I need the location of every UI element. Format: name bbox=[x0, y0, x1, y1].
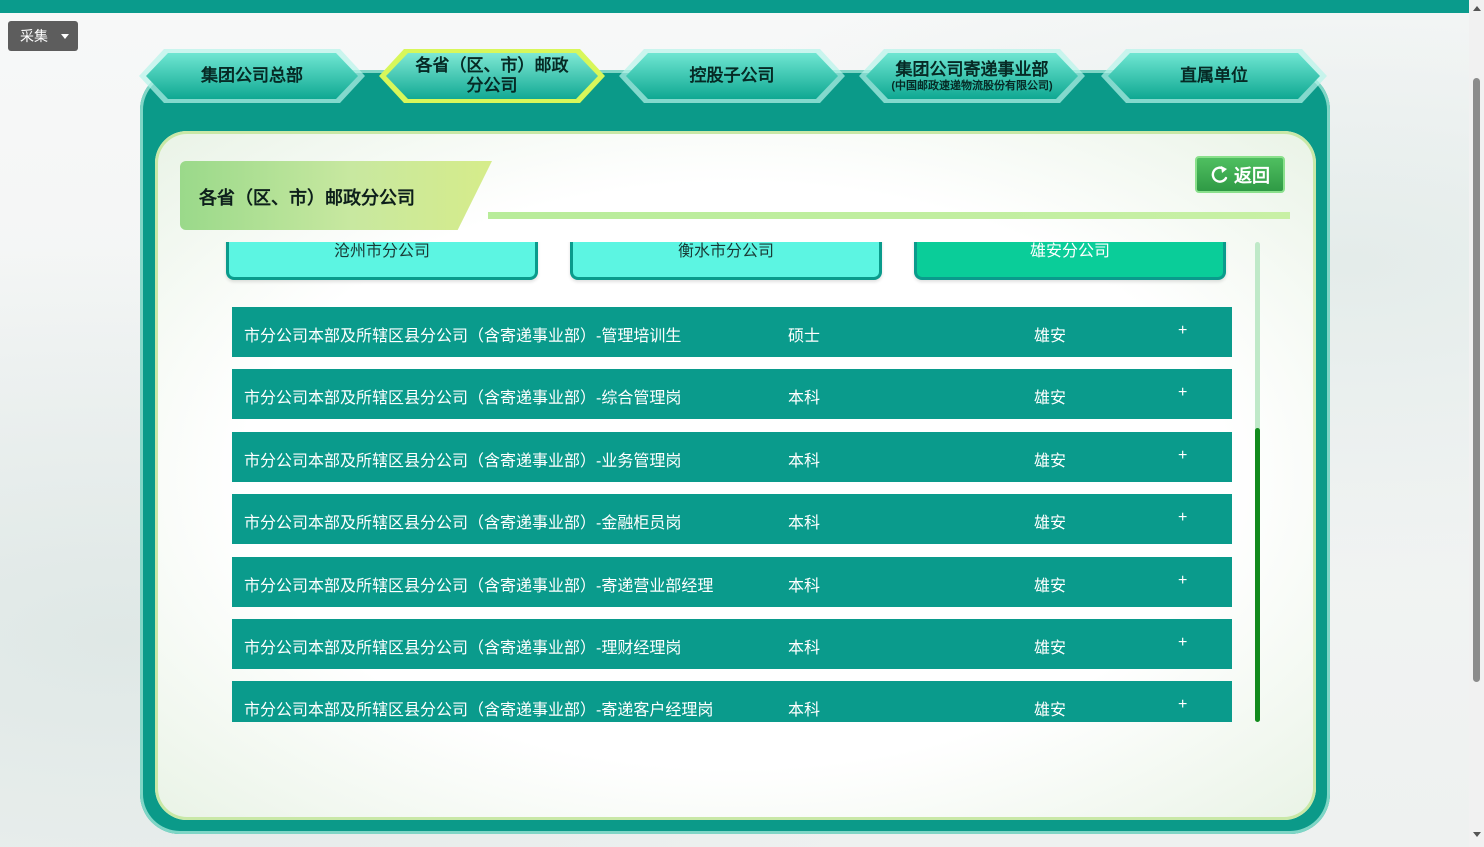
row-position: 市分公司本部及所辖区县分公司（含寄递事业部）-寄递营业部经理 bbox=[244, 578, 714, 595]
row-location: 雄安 bbox=[1034, 515, 1067, 532]
row-degree: 本科 bbox=[788, 578, 821, 595]
row-degree: 本科 bbox=[788, 453, 821, 470]
row-degree: 本科 bbox=[788, 515, 821, 532]
page-scrollbar-thumb[interactable] bbox=[1473, 78, 1480, 682]
scroll-up-arrow-icon[interactable] bbox=[1473, 6, 1481, 11]
expand-plus-icon[interactable]: + bbox=[1178, 322, 1187, 340]
row-position: 市分公司本部及所辖区县分公司（含寄递事业部）-寄递客户经理岗 bbox=[244, 702, 714, 719]
back-button[interactable]: 返回 bbox=[1195, 156, 1285, 193]
city-label: 沧州市分公司 bbox=[333, 243, 430, 260]
city-button-cangzhou[interactable]: 沧州市分公司 bbox=[226, 242, 538, 280]
row-location: 雄安 bbox=[1034, 453, 1067, 470]
job-list[interactable]: 沧州市分公司 衡水市分公司 雄安分公司 市分公司本部及所辖区县分公司（含寄递事业… bbox=[220, 242, 1250, 722]
city-button-xiongan[interactable]: 雄安分公司 bbox=[914, 242, 1226, 280]
list-scrollbar[interactable] bbox=[1255, 242, 1260, 722]
table-row[interactable]: 市分公司本部及所辖区县分公司（含寄递事业部）-业务管理岗 本科 雄安 + bbox=[232, 432, 1232, 482]
table-row[interactable]: 市分公司本部及所辖区县分公司（含寄递事业部）-理财经理岗 本科 雄安 + bbox=[232, 619, 1232, 669]
table-row[interactable]: 市分公司本部及所辖区县分公司（含寄递事业部）-寄递客户经理岗 本科 雄安 + bbox=[232, 681, 1232, 722]
city-label: 雄安分公司 bbox=[1029, 243, 1110, 260]
row-location: 雄安 bbox=[1034, 702, 1067, 719]
row-position: 市分公司本部及所辖区县分公司（含寄递事业部）-管理培训生 bbox=[244, 328, 682, 345]
tab-group-headquarters[interactable]: 集团公司总部 bbox=[136, 46, 368, 106]
caret-down-icon bbox=[61, 34, 69, 39]
tab-sublabel: (中国邮政速递物流股份有限公司) bbox=[891, 79, 1053, 92]
scroll-down-arrow-icon[interactable] bbox=[1473, 832, 1481, 837]
tab-provincial-branches[interactable]: 各省（区、市）邮政分公司 bbox=[376, 46, 608, 106]
tab-express-division[interactable]: 集团公司寄递事业部 (中国邮政速递物流股份有限公司) bbox=[856, 46, 1088, 106]
row-location: 雄安 bbox=[1034, 390, 1067, 407]
table-row[interactable]: 市分公司本部及所辖区县分公司（含寄递事业部）-寄递营业部经理 本科 雄安 + bbox=[232, 557, 1232, 607]
row-position: 市分公司本部及所辖区县分公司（含寄递事业部）-业务管理岗 bbox=[244, 453, 682, 470]
expand-plus-icon[interactable]: + bbox=[1178, 696, 1187, 714]
row-degree: 硕士 bbox=[788, 328, 821, 345]
back-button-label: 返回 bbox=[1234, 165, 1270, 186]
expand-plus-icon[interactable]: + bbox=[1178, 384, 1187, 402]
collect-button[interactable]: 采集 bbox=[8, 21, 78, 51]
page-scrollbar[interactable] bbox=[1469, 0, 1484, 847]
table-row[interactable]: 市分公司本部及所辖区县分公司（含寄递事业部）-金融柜员岗 本科 雄安 + bbox=[232, 494, 1232, 544]
row-location: 雄安 bbox=[1034, 578, 1067, 595]
city-label: 衡水市分公司 bbox=[677, 243, 774, 260]
tab-direct-units[interactable]: 直属单位 bbox=[1098, 46, 1330, 106]
city-button-hengshui[interactable]: 衡水市分公司 bbox=[570, 242, 882, 280]
tab-label: 直属单位 bbox=[1180, 66, 1248, 85]
section-divider bbox=[488, 212, 1290, 219]
table-row[interactable]: 市分公司本部及所辖区县分公司（含寄递事业部）-管理培训生 硕士 雄安 + bbox=[232, 307, 1232, 357]
return-arrow-icon bbox=[1211, 165, 1228, 183]
section-title: 各省（区、市）邮政分公司 bbox=[199, 188, 415, 208]
list-scrollbar-thumb[interactable] bbox=[1255, 428, 1260, 722]
row-position: 市分公司本部及所辖区县分公司（含寄递事业部）-理财经理岗 bbox=[244, 640, 682, 657]
row-location: 雄安 bbox=[1034, 640, 1067, 657]
tab-holding-subsidiaries[interactable]: 控股子公司 bbox=[616, 46, 848, 106]
row-degree: 本科 bbox=[788, 390, 821, 407]
tab-label: 各省（区、市）邮政分公司 bbox=[415, 56, 569, 95]
tab-label: 集团公司寄递事业部 bbox=[895, 59, 1049, 79]
row-degree: 本科 bbox=[788, 640, 821, 657]
expand-plus-icon[interactable]: + bbox=[1178, 572, 1187, 590]
collect-button-label: 采集 bbox=[20, 28, 48, 44]
top-bar bbox=[0, 0, 1469, 13]
row-location: 雄安 bbox=[1034, 328, 1067, 345]
row-degree: 本科 bbox=[788, 702, 821, 719]
tab-label: 集团公司总部 bbox=[201, 66, 303, 85]
expand-plus-icon[interactable]: + bbox=[1178, 447, 1187, 465]
row-position: 市分公司本部及所辖区县分公司（含寄递事业部）-金融柜员岗 bbox=[244, 515, 682, 532]
tab-label: 控股子公司 bbox=[689, 66, 775, 85]
expand-plus-icon[interactable]: + bbox=[1178, 509, 1187, 527]
row-position: 市分公司本部及所辖区县分公司（含寄递事业部）-综合管理岗 bbox=[244, 390, 682, 407]
table-row[interactable]: 市分公司本部及所辖区县分公司（含寄递事业部）-综合管理岗 本科 雄安 + bbox=[232, 369, 1232, 419]
expand-plus-icon[interactable]: + bbox=[1178, 634, 1187, 652]
